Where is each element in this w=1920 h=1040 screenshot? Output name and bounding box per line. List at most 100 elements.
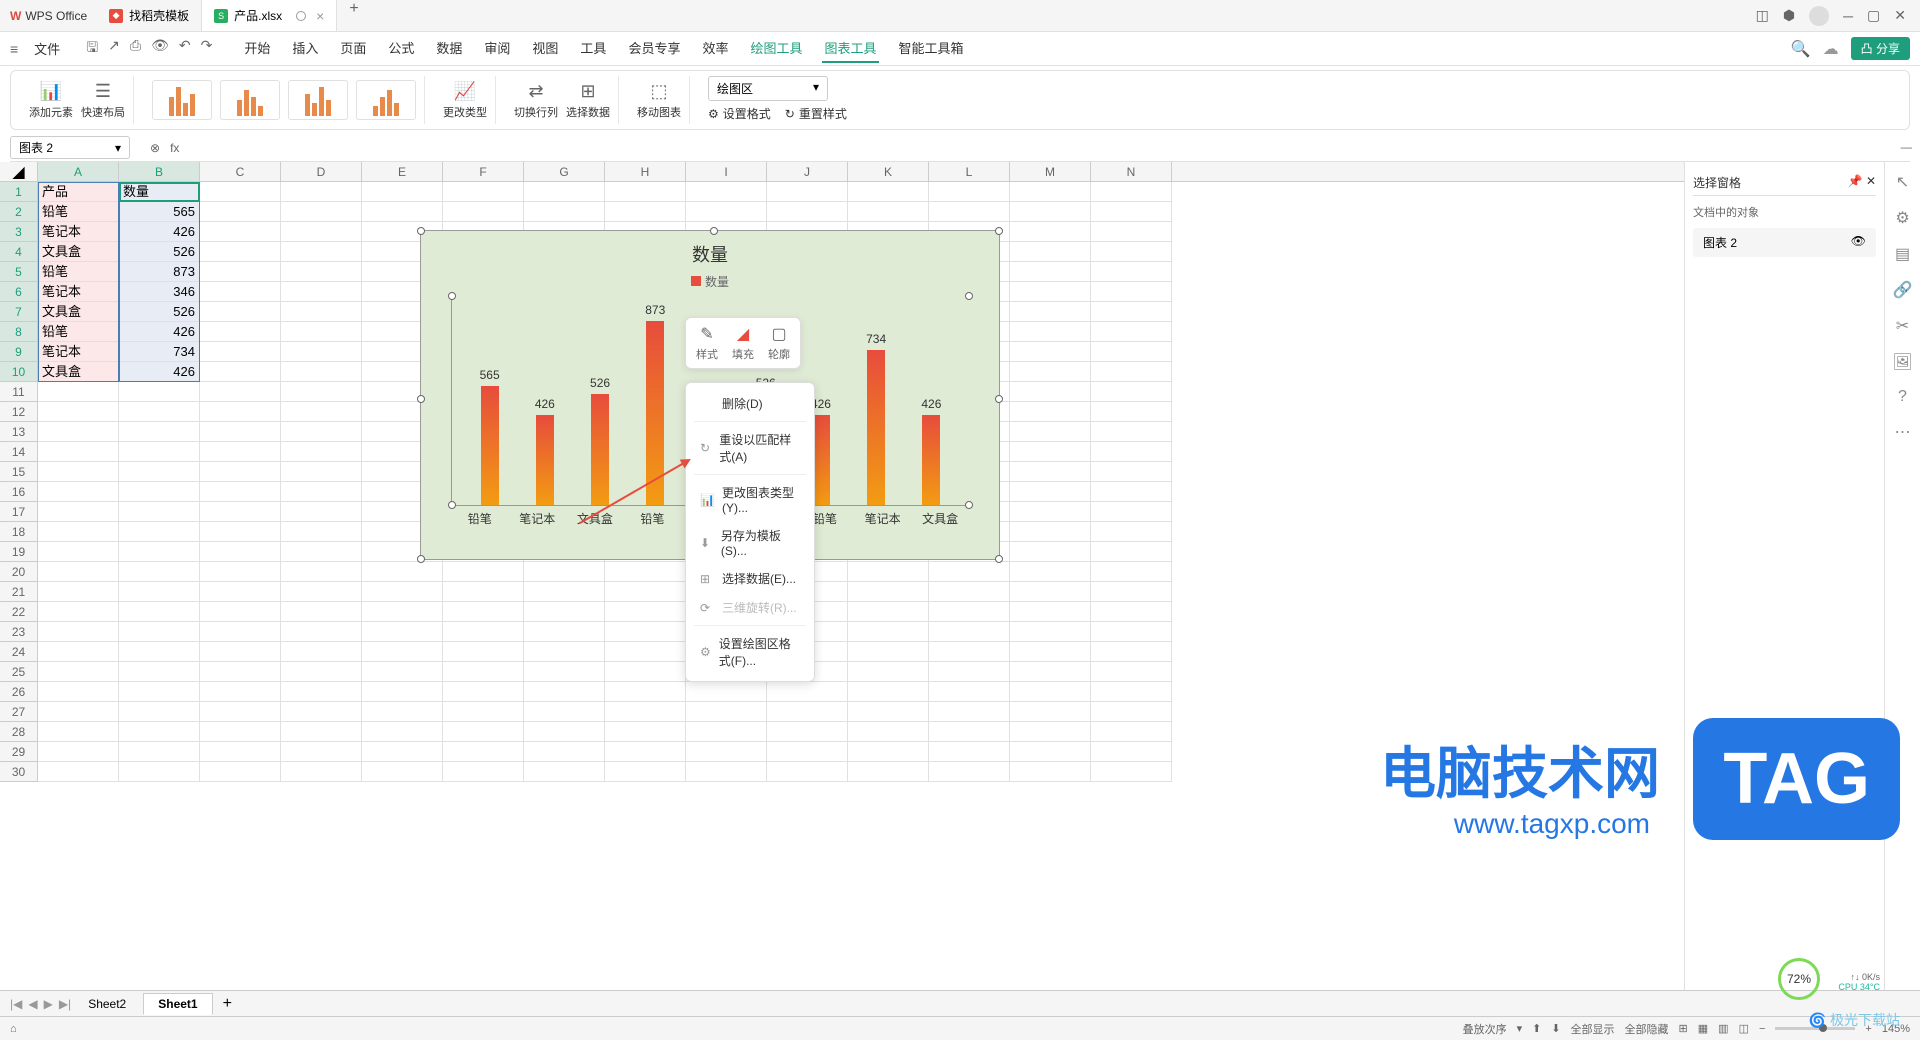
col-header[interactable]: H: [605, 162, 686, 181]
cell[interactable]: [1010, 542, 1091, 562]
col-header[interactable]: G: [524, 162, 605, 181]
cell[interactable]: [605, 562, 686, 582]
quick-layout-button[interactable]: ☰快速布局: [81, 81, 125, 120]
cell[interactable]: [281, 722, 362, 742]
cell[interactable]: [200, 422, 281, 442]
cell[interactable]: [929, 642, 1010, 662]
cell[interactable]: [38, 542, 119, 562]
tab-product-xlsx[interactable]: S 产品.xlsx ×: [202, 0, 337, 31]
cell[interactable]: [929, 602, 1010, 622]
settings-icon[interactable]: ⚙: [1895, 208, 1909, 228]
cell[interactable]: [38, 482, 119, 502]
col-header[interactable]: K: [848, 162, 929, 181]
cell[interactable]: 数量: [119, 182, 200, 202]
cell[interactable]: [605, 682, 686, 702]
cell[interactable]: [605, 202, 686, 222]
cell[interactable]: [1091, 582, 1172, 602]
cell[interactable]: [848, 202, 929, 222]
cell[interactable]: [119, 442, 200, 462]
outline-button[interactable]: ▢轮廓: [768, 324, 790, 362]
cell[interactable]: [119, 582, 200, 602]
cell[interactable]: [1091, 682, 1172, 702]
cell[interactable]: [1091, 262, 1172, 282]
cell[interactable]: [1010, 242, 1091, 262]
reset-style-button[interactable]: ↻重置样式: [785, 105, 847, 122]
cell[interactable]: [200, 462, 281, 482]
cell[interactable]: [524, 682, 605, 702]
cell[interactable]: [1010, 302, 1091, 322]
row-header[interactable]: 20: [0, 562, 38, 582]
cell[interactable]: [200, 222, 281, 242]
stack-order[interactable]: 叠放次序: [1463, 1021, 1507, 1037]
cell[interactable]: [1091, 562, 1172, 582]
cell[interactable]: [1091, 282, 1172, 302]
cell[interactable]: [38, 582, 119, 602]
cell[interactable]: [848, 722, 929, 742]
ctx-format[interactable]: ⚙设置绘图区格式(F)...: [686, 629, 814, 675]
add-sheet-icon[interactable]: +: [215, 995, 240, 1013]
row-header[interactable]: 21: [0, 582, 38, 602]
cell[interactable]: [281, 742, 362, 762]
layers-icon[interactable]: ▤: [1895, 244, 1910, 264]
file-menu[interactable]: 文件: [28, 39, 66, 58]
row-header[interactable]: 17: [0, 502, 38, 522]
col-header[interactable]: A: [38, 162, 119, 181]
cell[interactable]: [1091, 722, 1172, 742]
name-box[interactable]: 图表 2▾: [10, 136, 130, 159]
row-header[interactable]: 10: [0, 362, 38, 382]
cell[interactable]: [848, 602, 929, 622]
cell[interactable]: [443, 702, 524, 722]
cell[interactable]: [929, 202, 1010, 222]
cell[interactable]: [281, 182, 362, 202]
row-header[interactable]: 26: [0, 682, 38, 702]
row-header[interactable]: 8: [0, 322, 38, 342]
col-header[interactable]: B: [119, 162, 200, 181]
sheet-tab-active[interactable]: Sheet1: [143, 993, 212, 1015]
prev-sheet-icon[interactable]: ◀: [28, 997, 37, 1011]
first-sheet-icon[interactable]: |◀: [10, 997, 22, 1011]
cell[interactable]: [524, 742, 605, 762]
fill-button[interactable]: ◢填充: [732, 324, 754, 362]
cell[interactable]: [443, 762, 524, 782]
cell[interactable]: [1091, 502, 1172, 522]
cell[interactable]: [1091, 402, 1172, 422]
col-header[interactable]: J: [767, 162, 848, 181]
cell[interactable]: [929, 182, 1010, 202]
select-all-corner[interactable]: ◢: [0, 162, 38, 181]
cell[interactable]: [281, 602, 362, 622]
tab-tools[interactable]: 工具: [578, 34, 608, 63]
row-header[interactable]: 4: [0, 242, 38, 262]
cell[interactable]: [281, 242, 362, 262]
cell[interactable]: [38, 462, 119, 482]
add-element-button[interactable]: 📊添加元素: [29, 81, 73, 120]
cell[interactable]: [443, 642, 524, 662]
cell[interactable]: [1010, 742, 1091, 762]
cell[interactable]: [767, 742, 848, 762]
cell[interactable]: [524, 622, 605, 642]
link-icon[interactable]: 🔗: [1893, 280, 1913, 300]
cell[interactable]: [200, 302, 281, 322]
cell[interactable]: [281, 702, 362, 722]
cell[interactable]: [1091, 702, 1172, 722]
cell[interactable]: [200, 722, 281, 742]
resize-handle[interactable]: [995, 395, 1003, 403]
cell[interactable]: [605, 602, 686, 622]
cell[interactable]: [281, 762, 362, 782]
move-chart-button[interactable]: ⬚移动图表: [637, 81, 681, 120]
row-header[interactable]: 14: [0, 442, 38, 462]
share-button[interactable]: 凸 分享: [1851, 37, 1910, 60]
cell[interactable]: [1010, 402, 1091, 422]
cell[interactable]: [200, 582, 281, 602]
cell[interactable]: [1091, 482, 1172, 502]
cell[interactable]: [200, 502, 281, 522]
tab-close-icon[interactable]: ×: [316, 8, 324, 24]
cell[interactable]: [38, 522, 119, 542]
cell[interactable]: [281, 482, 362, 502]
cell[interactable]: [767, 722, 848, 742]
row-header[interactable]: 29: [0, 742, 38, 762]
view-pagebreak-icon[interactable]: ▦: [1698, 1022, 1708, 1035]
cell[interactable]: [281, 642, 362, 662]
cell[interactable]: [200, 362, 281, 382]
cell[interactable]: [119, 762, 200, 782]
cell[interactable]: [200, 182, 281, 202]
